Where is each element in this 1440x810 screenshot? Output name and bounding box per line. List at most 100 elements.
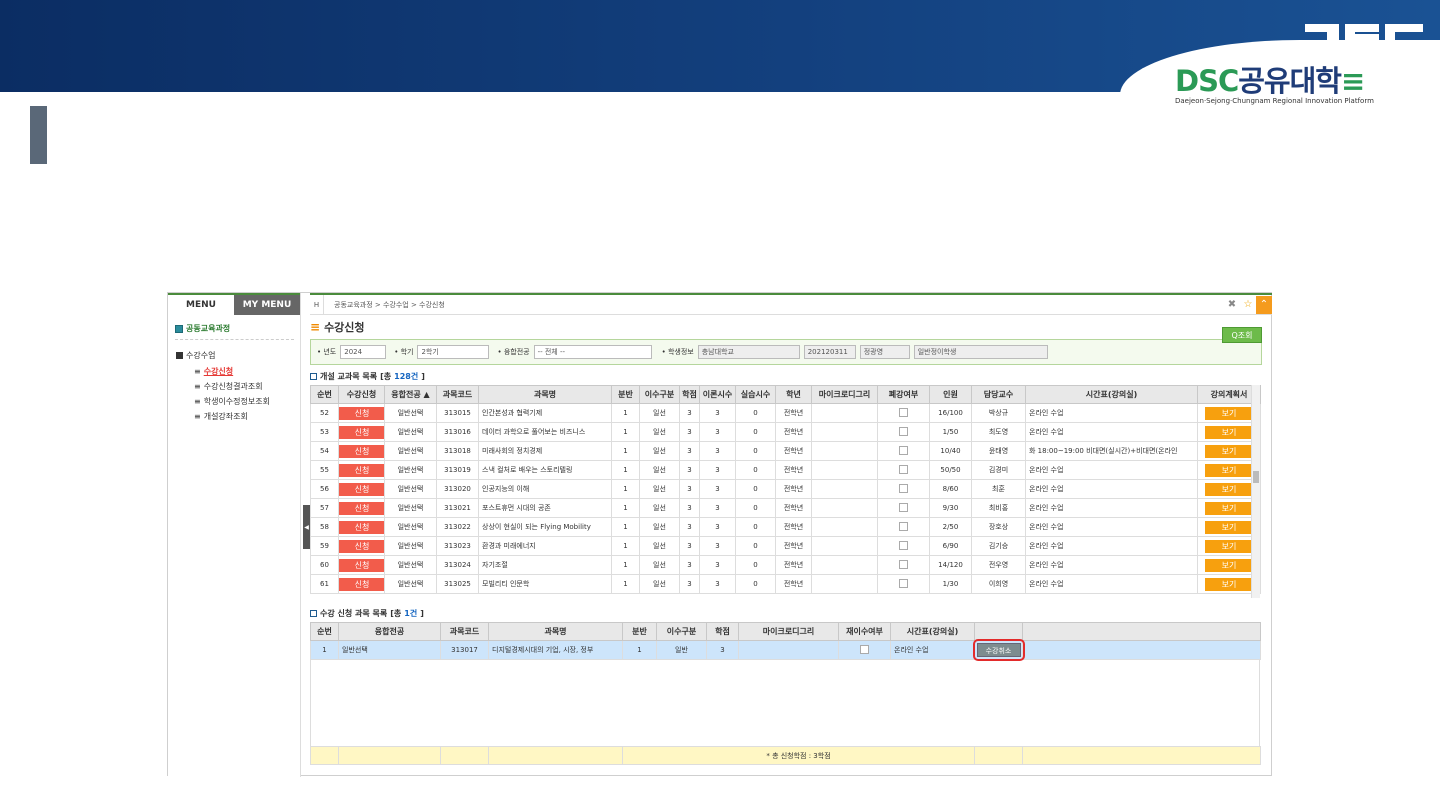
closed-checkbox[interactable] <box>899 521 908 531</box>
table-cell <box>877 498 930 518</box>
table-row: 59 신청 일반선택 313023 환경과 미래에너지 1 일선 3 3 0 전학년 6/90 김기승 온… <box>310 536 1261 556</box>
table-cell: 3 <box>699 422 736 442</box>
view-syllabus-button[interactable]: 보기 <box>1205 406 1253 420</box>
table-row: 58 신청 일반선택 313022 상상이 현실이 되는 Flying Mobility… <box>310 517 1261 537</box>
year-stepper[interactable]: 2024 <box>340 345 387 359</box>
closed-checkbox[interactable] <box>899 559 908 569</box>
tab-my-menu[interactable]: MY MENU <box>234 295 300 315</box>
table-cell: 신청 <box>338 460 385 480</box>
closed-checkbox[interactable] <box>899 578 908 588</box>
table-cell: 58 <box>310 517 339 537</box>
table-cell: 최훈 <box>971 479 1026 499</box>
view-syllabus-button[interactable]: 보기 <box>1205 482 1253 496</box>
table-cell <box>877 536 930 556</box>
closed-checkbox[interactable] <box>899 464 908 474</box>
table-cell: 3 <box>679 536 700 556</box>
close-circle-icon[interactable]: ✖ <box>1224 296 1240 314</box>
table-cell: 3 <box>679 517 700 537</box>
column-header: 이론시수 <box>699 385 736 404</box>
apply-button[interactable]: 신청 <box>339 425 384 439</box>
apply-button[interactable]: 신청 <box>339 520 384 534</box>
closed-checkbox[interactable] <box>899 483 908 493</box>
apply-button[interactable]: 신청 <box>339 501 384 515</box>
table-cell: 3 <box>699 479 736 499</box>
table-cell: 인공지능의 이해 <box>478 479 612 499</box>
apply-button[interactable]: 신청 <box>339 463 384 477</box>
table-cell <box>838 640 891 660</box>
table-row[interactable]: 1 일반선택 313017 디지털경제시대의 기업, 시장, 정부 1 일반 3 온라인 수업… <box>310 640 1261 660</box>
tab-menu[interactable]: MENU <box>168 295 234 315</box>
table-cell <box>811 517 878 537</box>
closed-checkbox[interactable] <box>899 540 908 550</box>
list-icon: ≡ <box>194 367 201 376</box>
apply-button[interactable]: 신청 <box>339 558 384 572</box>
sidebar-toggle-handle[interactable]: ◀ <box>303 505 310 549</box>
scroll-thumb[interactable] <box>1253 471 1259 483</box>
chevron-up-icon[interactable]: ⌃ <box>1256 295 1272 314</box>
sidebar-root[interactable]: 수강수업 <box>176 350 300 361</box>
sidebar-header[interactable]: 공동교육과정 <box>175 323 294 340</box>
table-row: 57 신청 일반선택 313021 포스트휴먼 시대의 공존 1 일선 3 3 0 전학년 9/30 최… <box>310 498 1261 518</box>
term-select[interactable]: 2학기 <box>417 345 490 359</box>
view-syllabus-button[interactable]: 보기 <box>1205 539 1253 553</box>
table-cell: 신청 <box>338 403 385 423</box>
brand-logo: DSC공유대학≡ <box>1175 64 1365 98</box>
table-cell: 1 <box>611 441 640 461</box>
table-cell: 자기조절 <box>478 555 612 575</box>
table-cell: 일선 <box>639 403 680 423</box>
apply-button[interactable]: 신청 <box>339 444 384 458</box>
retake-checkbox[interactable] <box>860 644 869 654</box>
apply-button[interactable]: 신청 <box>339 482 384 496</box>
column-header: 과목코드 <box>436 385 479 404</box>
sidebar-item-open-courses[interactable]: ≡ 개설강좌조회 <box>194 411 300 422</box>
table-cell: 최도영 <box>971 422 1026 442</box>
course-table: 순번 수강신청 융합전공 ▲ 과목코드 과목명 분반 이수구분 학점 이론시수 실습시수 학년 마이크… <box>310 385 1261 594</box>
table-cell: 박상규 <box>971 403 1026 423</box>
closed-checkbox[interactable] <box>899 426 908 436</box>
student-id-field: 202120311 <box>803 345 856 359</box>
closed-checkbox[interactable] <box>899 445 908 455</box>
collapse-icon <box>176 352 183 359</box>
apply-button[interactable]: 신청 <box>339 406 384 420</box>
closed-checkbox[interactable] <box>899 502 908 512</box>
column-header: 마이크로디그리 <box>738 622 839 641</box>
table-cell: 온라인 수업 <box>1025 460 1198 480</box>
search-button[interactable]: Q조회 <box>1222 327 1262 343</box>
apply-button[interactable]: 신청 <box>339 577 384 591</box>
view-syllabus-button[interactable]: 보기 <box>1205 520 1253 534</box>
applied-list-header: 수강 신청 과목 목록 [총 1건] <box>310 608 1272 619</box>
sidebar-item-course-apply[interactable]: ≡ 수강신청 <box>194 366 300 377</box>
table-cell: 1/50 <box>929 422 972 442</box>
view-syllabus-button[interactable]: 보기 <box>1205 501 1253 515</box>
table-cell: 전학년 <box>775 441 812 461</box>
major-select[interactable]: -- 전체 -- <box>533 345 652 359</box>
view-syllabus-button[interactable]: 보기 <box>1205 444 1253 458</box>
table-cell: 3 <box>679 403 700 423</box>
sidebar-item-student-info[interactable]: ≡ 학생이수정정보조회 <box>194 396 300 407</box>
sidebar-item-apply-result[interactable]: ≡ 수강신청결과조회 <box>194 381 300 392</box>
table-cell: 최비홍 <box>971 498 1026 518</box>
table-cell <box>811 536 878 556</box>
table-cell <box>811 498 878 518</box>
total-credits: * 총 신청학점 : 3학점 <box>622 746 975 765</box>
view-syllabus-button[interactable]: 보기 <box>1205 425 1253 439</box>
home-link[interactable]: H <box>310 295 324 314</box>
table-cell: 전학년 <box>775 536 812 556</box>
table-cell: 313017 <box>440 640 489 660</box>
table-cell <box>877 479 930 499</box>
apply-button[interactable]: 신청 <box>339 539 384 553</box>
table-row: 61 신청 일반선택 313025 모빌리티 인문학 1 일선 3 3 0 전학년 1/30 이희영 온라… <box>310 574 1261 594</box>
table-cell: 1 <box>611 574 640 594</box>
table-cell: 온라인 수업 <box>890 640 975 660</box>
table-cell: 신청 <box>338 574 385 594</box>
table-cell: 313025 <box>436 574 479 594</box>
view-syllabus-button[interactable]: 보기 <box>1205 463 1253 477</box>
school-field: 충남대학교 <box>697 345 800 359</box>
view-syllabus-button[interactable]: 보기 <box>1205 558 1253 572</box>
view-syllabus-button[interactable]: 보기 <box>1205 577 1253 591</box>
vertical-scrollbar[interactable] <box>1251 385 1260 598</box>
star-icon[interactable]: ☆ <box>1240 296 1256 314</box>
column-header[interactable]: 융합전공 ▲ <box>384 385 437 404</box>
main-content: H 공동교육과정 > 수강수업 > 수강신청 ✖ ☆ ⌃ ≡ 수강신청 Q조회 … <box>310 293 1272 777</box>
closed-checkbox[interactable] <box>899 407 908 417</box>
